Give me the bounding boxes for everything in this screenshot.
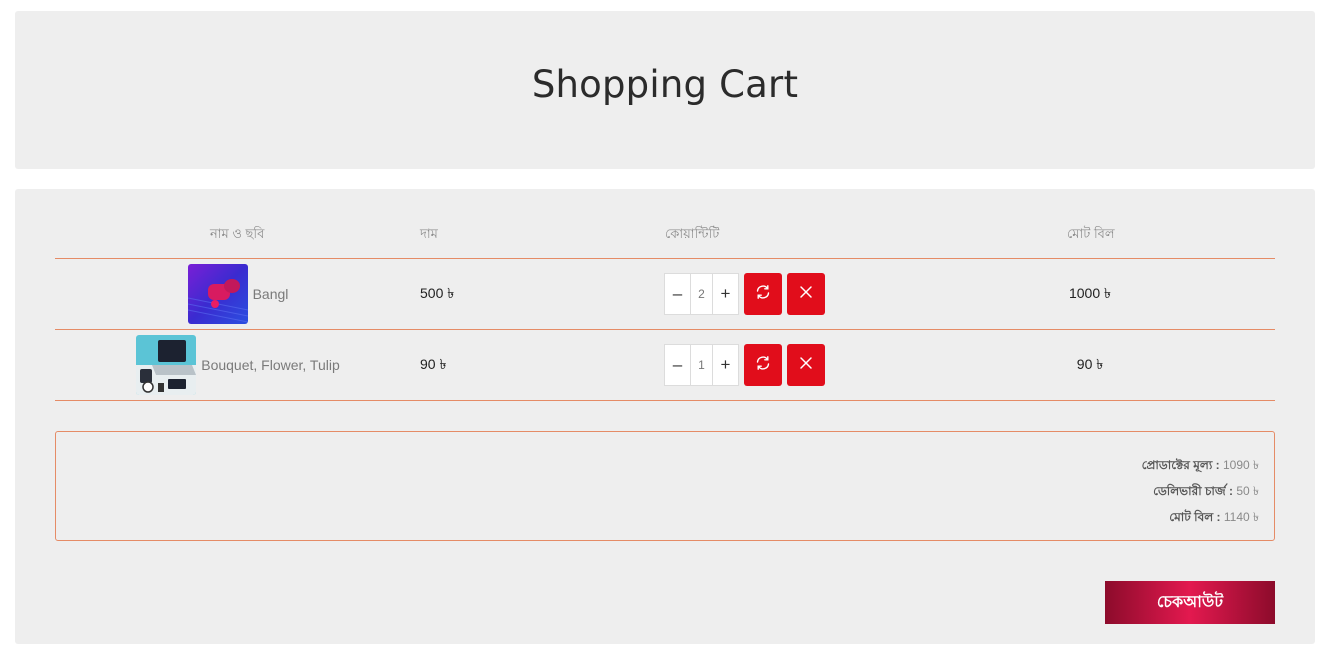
table-header: নাম ও ছবি দাম কোয়ান্টিটি মোট বিল <box>55 189 1275 259</box>
header-panel: Shopping Cart <box>15 11 1315 169</box>
summary-total-label: মোট বিল : <box>1169 510 1221 524</box>
decrement-button[interactable]: – <box>665 345 690 385</box>
decrement-button[interactable]: – <box>665 274 690 314</box>
row-total: 90 ৳ <box>1076 356 1104 372</box>
checkout-button[interactable]: চেকআউট <box>1105 581 1275 624</box>
product-price: 90 ৳ <box>420 356 447 372</box>
remove-button[interactable] <box>787 344 825 386</box>
quantity-stepper: – 1 + <box>664 344 739 386</box>
cart-table: নাম ও ছবি দাম কোয়ান্টিটি মোট বিল Bangl … <box>55 189 1275 401</box>
close-icon <box>799 285 813 304</box>
summary-product-price: প্রোডাক্টের মূল্য : 1090 ৳ <box>1142 457 1259 477</box>
column-header-quantity: কোয়ান্টিটি <box>665 226 720 241</box>
earbuds-image[interactable] <box>187 264 248 324</box>
table-row: Bangl 500 ৳ – 2 + 1000 ৳ <box>55 259 1275 330</box>
order-summary: প্রোডাক্টের মূল্য : 1090 ৳ ডেলিভারী চার্… <box>55 431 1275 541</box>
product-name[interactable]: Bangl <box>253 286 289 302</box>
row-total: 1000 ৳ <box>1068 285 1111 301</box>
summary-total: মোট বিল : 1140 ৳ <box>1169 509 1259 529</box>
column-header-total: মোট বিল <box>1067 226 1115 241</box>
increment-button[interactable]: + <box>713 274 738 314</box>
laptop-accessories-image[interactable] <box>136 335 197 395</box>
product-name[interactable]: Bouquet, Flower, Tulip <box>201 357 340 373</box>
quantity-input[interactable]: 2 <box>690 274 713 314</box>
summary-product-price-value: 1090 ৳ <box>1222 458 1259 472</box>
update-button[interactable] <box>744 344 782 386</box>
increment-button[interactable]: + <box>713 345 738 385</box>
summary-total-value: 1140 ৳ <box>1223 510 1259 524</box>
summary-delivery-label: ডেলিভারী চার্জ : <box>1153 484 1233 498</box>
update-button[interactable] <box>744 273 782 315</box>
summary-delivery-charge: ডেলিভারী চার্জ : 50 ৳ <box>1153 483 1259 503</box>
summary-product-price-label: প্রোডাক্টের মূল্য : <box>1141 458 1220 472</box>
column-header-price: দাম <box>420 226 438 241</box>
product-price: 500 ৳ <box>420 285 455 301</box>
remove-button[interactable] <box>787 273 825 315</box>
page-title: Shopping Cart <box>531 62 799 106</box>
cart-panel: নাম ও ছবি দাম কোয়ান্টিটি মোট বিল Bangl … <box>15 189 1315 644</box>
quantity-stepper: – 2 + <box>664 273 739 315</box>
column-header-name-image: নাম ও ছবি <box>210 226 265 241</box>
refresh-icon <box>755 284 771 305</box>
quantity-controls: – 2 + <box>664 273 825 315</box>
close-icon <box>799 356 813 375</box>
quantity-controls: – 1 + <box>664 344 825 386</box>
table-row: Bouquet, Flower, Tulip 90 ৳ – 1 + 90 ৳ <box>55 330 1275 401</box>
refresh-icon <box>755 355 771 376</box>
product-cell: Bangl <box>55 259 421 329</box>
product-cell: Bouquet, Flower, Tulip <box>55 330 421 400</box>
summary-delivery-value: 50 ৳ <box>1236 484 1259 498</box>
quantity-input[interactable]: 1 <box>690 345 713 385</box>
